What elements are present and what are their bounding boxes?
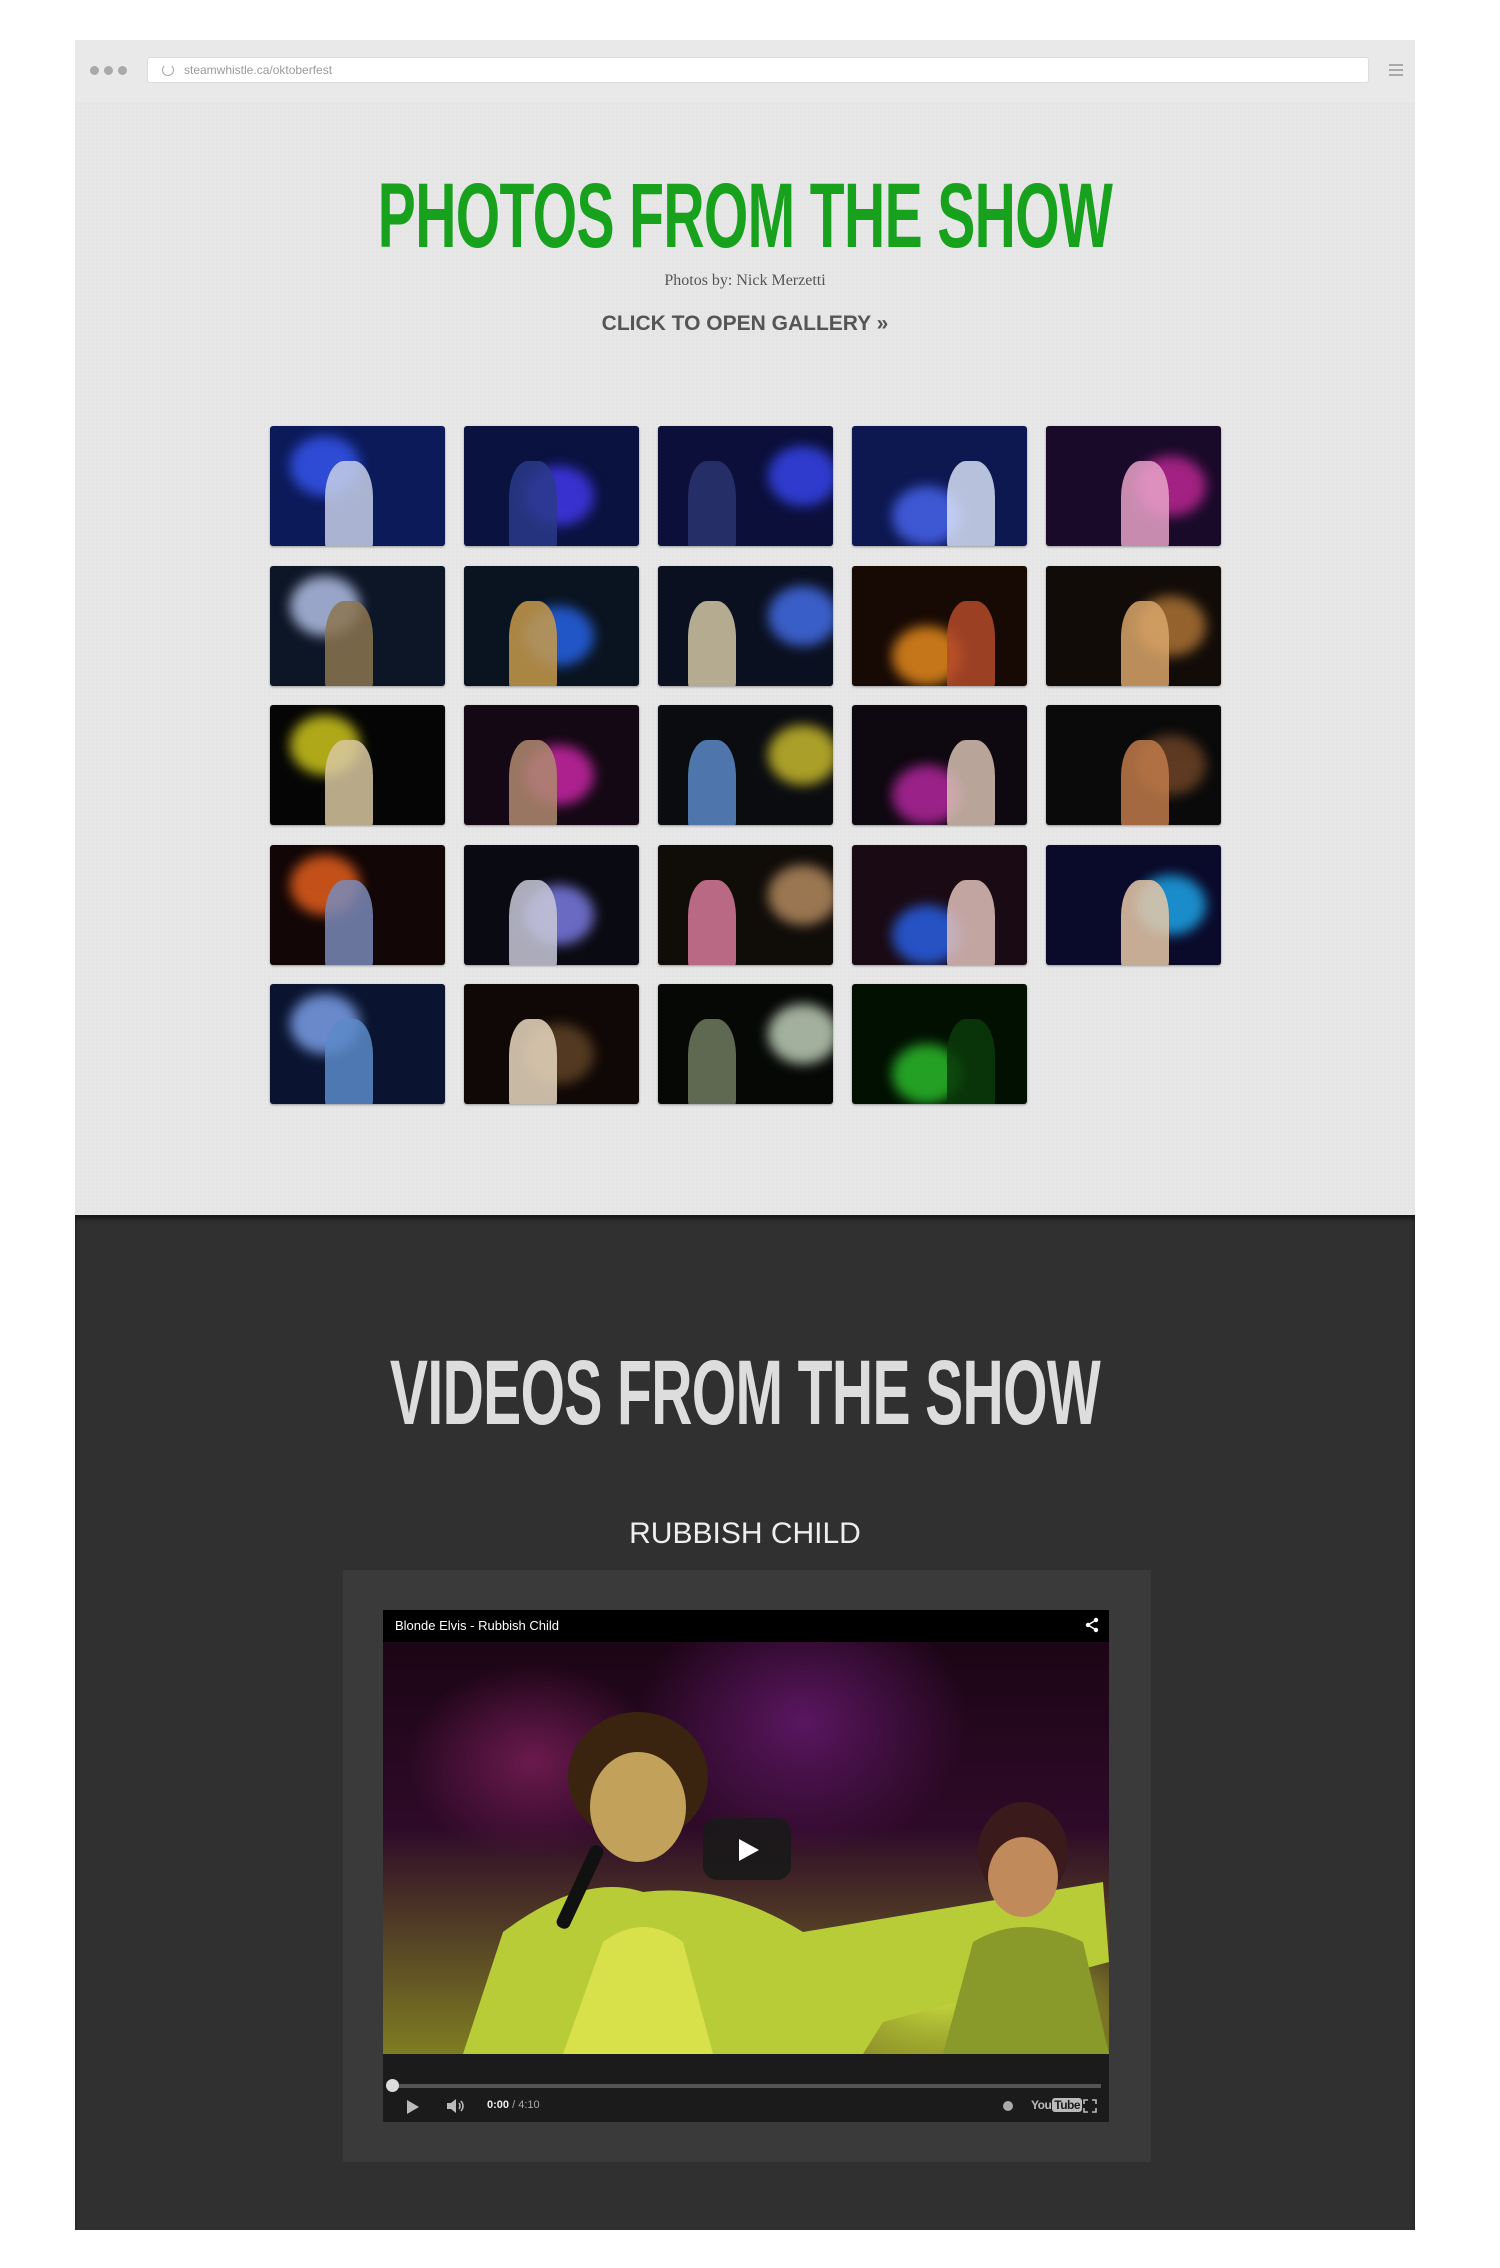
thumbnail-performer bbox=[688, 1019, 736, 1104]
thumbnail-performer bbox=[947, 879, 995, 965]
thumbnail-stage-light bbox=[768, 585, 833, 646]
thumbnail-performer bbox=[947, 600, 995, 686]
play-icon[interactable] bbox=[405, 2098, 421, 2114]
thumbnail-performer bbox=[325, 600, 373, 686]
youtube-logo-icon[interactable]: You Tube bbox=[1031, 2098, 1083, 2112]
thumbnail-stage-light bbox=[768, 725, 833, 785]
photo-thumbnail[interactable] bbox=[658, 705, 833, 825]
photo-thumbnail[interactable] bbox=[270, 426, 445, 546]
photo-thumbnail[interactable] bbox=[1046, 705, 1221, 825]
progress-handle[interactable] bbox=[386, 2079, 399, 2092]
thumbnail-stage-light bbox=[768, 446, 833, 506]
photo-thumbnail[interactable] bbox=[270, 984, 445, 1104]
play-button-icon[interactable] bbox=[703, 1818, 791, 1880]
thumbnail-performer bbox=[509, 879, 557, 965]
thumbnail-performer bbox=[1121, 600, 1169, 686]
photo-grid bbox=[270, 426, 1221, 1104]
photo-thumbnail[interactable] bbox=[852, 705, 1027, 825]
photo-thumbnail[interactable] bbox=[658, 426, 833, 546]
videos-section: VIDEOS FROM THE SHOW RUBBISH CHILD Blond… bbox=[75, 1215, 1415, 2230]
thumbnail-performer bbox=[509, 600, 557, 686]
photo-thumbnail[interactable] bbox=[270, 565, 445, 686]
thumbnail-performer bbox=[947, 1019, 995, 1104]
player-video-title[interactable]: Blonde Elvis - Rubbish Child bbox=[395, 1618, 559, 1633]
photo-thumbnail[interactable] bbox=[270, 844, 445, 965]
thumbnail-performer bbox=[947, 740, 995, 825]
photos-heading: PHOTOS FROM THE SHOW bbox=[377, 165, 1113, 267]
photo-thumbnail[interactable] bbox=[464, 844, 639, 965]
window-dot-icon[interactable] bbox=[104, 66, 113, 75]
photo-thumbnail[interactable] bbox=[852, 565, 1027, 686]
watch-later-icon[interactable] bbox=[1003, 2101, 1013, 2111]
thumbnail-performer bbox=[325, 1019, 373, 1104]
thumbnail-performer bbox=[688, 879, 736, 965]
photos-section: PHOTOS FROM THE SHOW Photos by: Nick Mer… bbox=[75, 102, 1415, 1215]
videos-heading: VIDEOS FROM THE SHOW bbox=[389, 1342, 1101, 1444]
thumbnail-stage-light bbox=[768, 1004, 833, 1064]
thumbnail-performer bbox=[688, 600, 736, 686]
thumbnail-performer bbox=[509, 1019, 557, 1104]
thumbnail-performer bbox=[325, 740, 373, 825]
url-text[interactable]: steamwhistle.ca/oktoberfest bbox=[184, 63, 332, 77]
photo-thumbnail[interactable] bbox=[464, 705, 639, 825]
video-player[interactable]: Blonde Elvis - Rubbish Child 0:00 / 4:10… bbox=[383, 1610, 1109, 2122]
photo-thumbnail[interactable] bbox=[464, 565, 639, 686]
youtube-logo-you: You bbox=[1031, 2098, 1052, 2112]
thumbnail-performer bbox=[947, 461, 995, 546]
thumbnail-performer bbox=[1121, 879, 1169, 965]
photo-thumbnail[interactable] bbox=[464, 984, 639, 1104]
thumbnail-performer bbox=[325, 461, 373, 546]
photo-credit: Photos by: Nick Merzetti bbox=[664, 272, 826, 289]
time-display: 0:00 / 4:10 bbox=[487, 2099, 540, 2111]
player-title-bar: Blonde Elvis - Rubbish Child bbox=[383, 1610, 1109, 1642]
photo-thumbnail[interactable] bbox=[1046, 844, 1221, 965]
photo-thumbnail[interactable] bbox=[658, 565, 833, 686]
open-gallery-link[interactable]: CLICK TO OPEN GALLERY » bbox=[75, 312, 1415, 336]
thumbnail-performer bbox=[1121, 461, 1169, 546]
volume-icon[interactable] bbox=[445, 2098, 467, 2114]
player-controls: 0:00 / 4:10 You Tube bbox=[383, 2054, 1109, 2122]
video-container: Blonde Elvis - Rubbish Child 0:00 / 4:10… bbox=[343, 1570, 1151, 2162]
video-title: RUBBISH CHILD bbox=[629, 1517, 861, 1550]
progress-bar[interactable] bbox=[386, 2079, 1101, 2092]
window-dot-icon[interactable] bbox=[118, 66, 127, 75]
thumbnail-performer bbox=[688, 461, 736, 546]
photo-thumbnail[interactable] bbox=[658, 984, 833, 1104]
fullscreen-icon[interactable] bbox=[1083, 2099, 1097, 2113]
photo-thumbnail[interactable] bbox=[464, 426, 639, 546]
photo-thumbnail[interactable] bbox=[852, 844, 1027, 965]
thumbnail-performer bbox=[688, 740, 736, 825]
time-current: 0:00 bbox=[487, 2099, 510, 2111]
photo-thumbnail[interactable] bbox=[270, 705, 445, 825]
thumbnail-performer bbox=[509, 461, 557, 546]
thumbnail-stage-light bbox=[768, 864, 833, 925]
time-total: / 4:10 bbox=[512, 2099, 540, 2111]
reload-icon[interactable] bbox=[162, 64, 174, 76]
share-icon[interactable] bbox=[1083, 1616, 1101, 1634]
photo-thumbnail[interactable] bbox=[852, 426, 1027, 546]
browser-toolbar: steamwhistle.ca/oktoberfest bbox=[75, 40, 1415, 103]
photo-thumbnail[interactable] bbox=[1046, 565, 1221, 686]
thumbnail-performer bbox=[509, 740, 557, 825]
address-bar[interactable]: steamwhistle.ca/oktoberfest bbox=[147, 57, 1369, 83]
window-dot-icon[interactable] bbox=[90, 66, 99, 75]
photo-thumbnail[interactable] bbox=[1046, 426, 1221, 546]
photo-thumbnail[interactable] bbox=[852, 984, 1027, 1104]
browser-window: steamwhistle.ca/oktoberfest PHOTOS FROM … bbox=[75, 40, 1415, 2230]
youtube-logo-tube: Tube bbox=[1052, 2098, 1083, 2112]
hamburger-menu-icon[interactable] bbox=[1389, 64, 1403, 79]
thumbnail-performer bbox=[1121, 740, 1169, 825]
thumbnail-performer bbox=[325, 879, 373, 965]
photo-thumbnail[interactable] bbox=[658, 844, 833, 965]
window-controls[interactable] bbox=[90, 66, 127, 75]
